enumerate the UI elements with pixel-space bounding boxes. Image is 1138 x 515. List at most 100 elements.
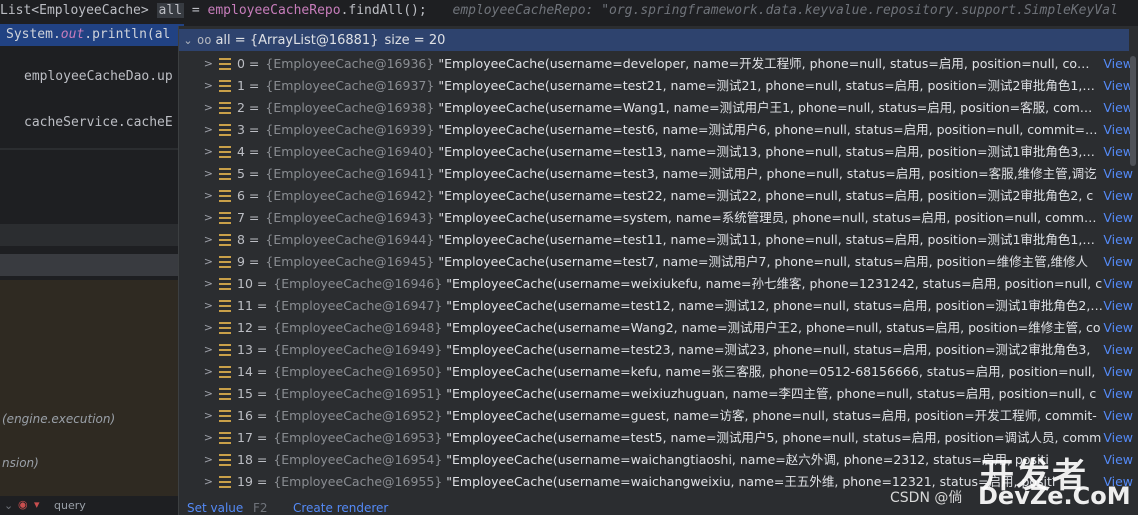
chevron-right-icon[interactable]: > [179,229,219,251]
tree-root-row[interactable]: ⌄ oo all = {ArrayList@16881} size = 20 [179,29,1129,51]
item-value: "EmployeeCache(username=weixiukefu, name… [446,276,1103,291]
list-item[interactable]: >16 = {EmployeeCache@16952} "EmployeeCach… [179,405,1138,427]
out-token: out [60,27,85,42]
filter-icon[interactable]: ▾ [34,498,40,511]
bug-icon[interactable]: ◉ [18,498,28,511]
watch-icon: oo [197,33,212,47]
field-icon [219,124,231,136]
item-ref: {EmployeeCache@16950} [273,364,443,379]
set-value-link[interactable]: Set value [187,501,243,515]
item-ref: {EmployeeCache@16936} [265,56,435,71]
field-icon [219,454,231,466]
item-value: "EmployeeCache(username=test21, name=测试2… [438,78,1099,93]
variable-token-all[interactable]: all [156,3,185,18]
chevron-right-icon[interactable]: > [179,295,219,317]
list-item[interactable]: >9 = {EmployeeCache@16945} "EmployeeCache… [179,251,1138,273]
chevron-right-icon[interactable]: > [179,163,219,185]
view-link[interactable]: View [1103,383,1133,405]
code-line-println[interactable]: System.out.println(al [0,24,184,46]
field-icon [219,388,231,400]
item-value: "EmployeeCache(username=test23, name=测试2… [446,342,1091,357]
view-link[interactable]: View [1103,405,1133,427]
view-link[interactable]: View [1103,163,1133,185]
chevron-down-icon[interactable]: ⌄ [179,34,197,47]
item-index: 4 [237,144,245,159]
field-token: employeeCacheRepo [207,3,341,18]
chevron-right-icon[interactable]: > [179,273,219,295]
scrollbar-thumb[interactable] [1130,56,1136,166]
list-item[interactable]: >5 = {EmployeeCache@16941} "EmployeeCache… [179,163,1138,185]
code-line-findall[interactable]: List<EmployeeCache> all = employeeCacheR… [0,0,1138,22]
debug-value-popup[interactable]: ⌄ oo all = {ArrayList@16881} size = 20 >… [178,26,1138,515]
chevron-right-icon[interactable]: > [179,339,219,361]
list-item[interactable]: >0 = {EmployeeCache@16936} "EmployeeCache… [179,53,1138,75]
item-ref: {EmployeeCache@16944} [265,232,435,247]
csdn-watermark: CSDN @倘 [890,490,963,506]
frame-engine-execution[interactable]: (engine.execution) [2,412,115,426]
view-link[interactable]: View [1103,207,1133,229]
root-var-value: {ArrayList@16881} [249,32,379,48]
list-item[interactable]: >12 = {EmployeeCache@16948} "EmployeeCach… [179,317,1138,339]
item-ref: {EmployeeCache@16942} [265,188,435,203]
list-item[interactable]: >11 = {EmployeeCache@16947} "EmployeeCach… [179,295,1138,317]
list-item[interactable]: >8 = {EmployeeCache@16944} "EmployeeCache… [179,229,1138,251]
chevron-right-icon[interactable]: > [179,97,219,119]
list-item[interactable]: >7 = {EmployeeCache@16943} "EmployeeCache… [179,207,1138,229]
chevron-icon[interactable]: ⌄ [4,499,13,512]
root-var-size: size = 20 [384,32,446,48]
view-link[interactable]: View [1103,295,1133,317]
list-item[interactable]: >10 = {EmployeeCache@16946} "EmployeeCach… [179,273,1138,295]
system-token: System. [6,27,61,42]
view-link[interactable]: View [1103,427,1133,449]
list-item[interactable]: >13 = {EmployeeCache@16949} "EmployeeCach… [179,339,1138,361]
chevron-right-icon[interactable]: > [179,119,219,141]
chevron-right-icon[interactable]: > [179,75,219,97]
list-item[interactable]: >14 = {EmployeeCache@16950} "EmployeeCach… [179,361,1138,383]
view-link[interactable]: View [1103,273,1133,295]
query-label[interactable]: query [54,499,86,512]
view-link[interactable]: View [1103,251,1133,273]
item-ref: {EmployeeCache@16955} [273,474,443,489]
view-link[interactable]: View [1103,449,1133,471]
divider [0,148,178,150]
create-renderer-link[interactable]: Create renderer [293,501,388,515]
list-item[interactable]: >1 = {EmployeeCache@16937} "EmployeeCache… [179,75,1138,97]
list-item[interactable]: >6 = {EmployeeCache@16942} "EmployeeCache… [179,185,1138,207]
view-link[interactable]: View [1103,141,1133,163]
item-index: 0 [237,56,245,71]
view-link[interactable]: View [1103,75,1133,97]
chevron-right-icon[interactable]: > [179,361,219,383]
chevron-right-icon[interactable]: > [179,185,219,207]
view-link[interactable]: View [1103,53,1133,75]
list-item[interactable]: >4 = {EmployeeCache@16940} "EmployeeCache… [179,141,1138,163]
chevron-right-icon[interactable]: > [179,317,219,339]
view-link[interactable]: View [1103,339,1133,361]
view-link[interactable]: View [1103,361,1133,383]
list-item[interactable]: >17 = {EmployeeCache@16953} "EmployeeCach… [179,427,1138,449]
chevron-right-icon[interactable]: > [179,471,219,493]
item-index: 8 [237,232,245,247]
list-item[interactable]: >3 = {EmployeeCache@16939} "EmployeeCache… [179,119,1138,141]
chevron-right-icon[interactable]: > [179,53,219,75]
chevron-right-icon[interactable]: > [179,427,219,449]
chevron-right-icon[interactable]: > [179,251,219,273]
view-link[interactable]: View [1103,185,1133,207]
chevron-right-icon[interactable]: > [179,449,219,471]
chevron-right-icon[interactable]: > [179,207,219,229]
view-link[interactable]: View [1103,97,1133,119]
view-link[interactable]: View [1103,119,1133,141]
list-item[interactable]: >15 = {EmployeeCache@16951} "EmployeeCach… [179,383,1138,405]
view-link[interactable]: View [1103,229,1133,251]
code-line-cacheservice[interactable]: cacheService.cacheE [24,115,173,130]
field-icon [219,58,231,70]
code-line-dao[interactable]: employeeCacheDao.up [24,69,173,84]
item-index: 12 [237,320,253,335]
item-index: 14 [237,364,253,379]
view-link[interactable]: View [1103,317,1133,339]
chevron-right-icon[interactable]: > [179,405,219,427]
list-item[interactable]: >2 = {EmployeeCache@16938} "EmployeeCache… [179,97,1138,119]
frame-extension[interactable]: nsion) [2,456,39,470]
item-value: "EmployeeCache(username=waichangtiaoshi,… [446,452,1049,467]
chevron-right-icon[interactable]: > [179,383,219,405]
chevron-right-icon[interactable]: > [179,141,219,163]
